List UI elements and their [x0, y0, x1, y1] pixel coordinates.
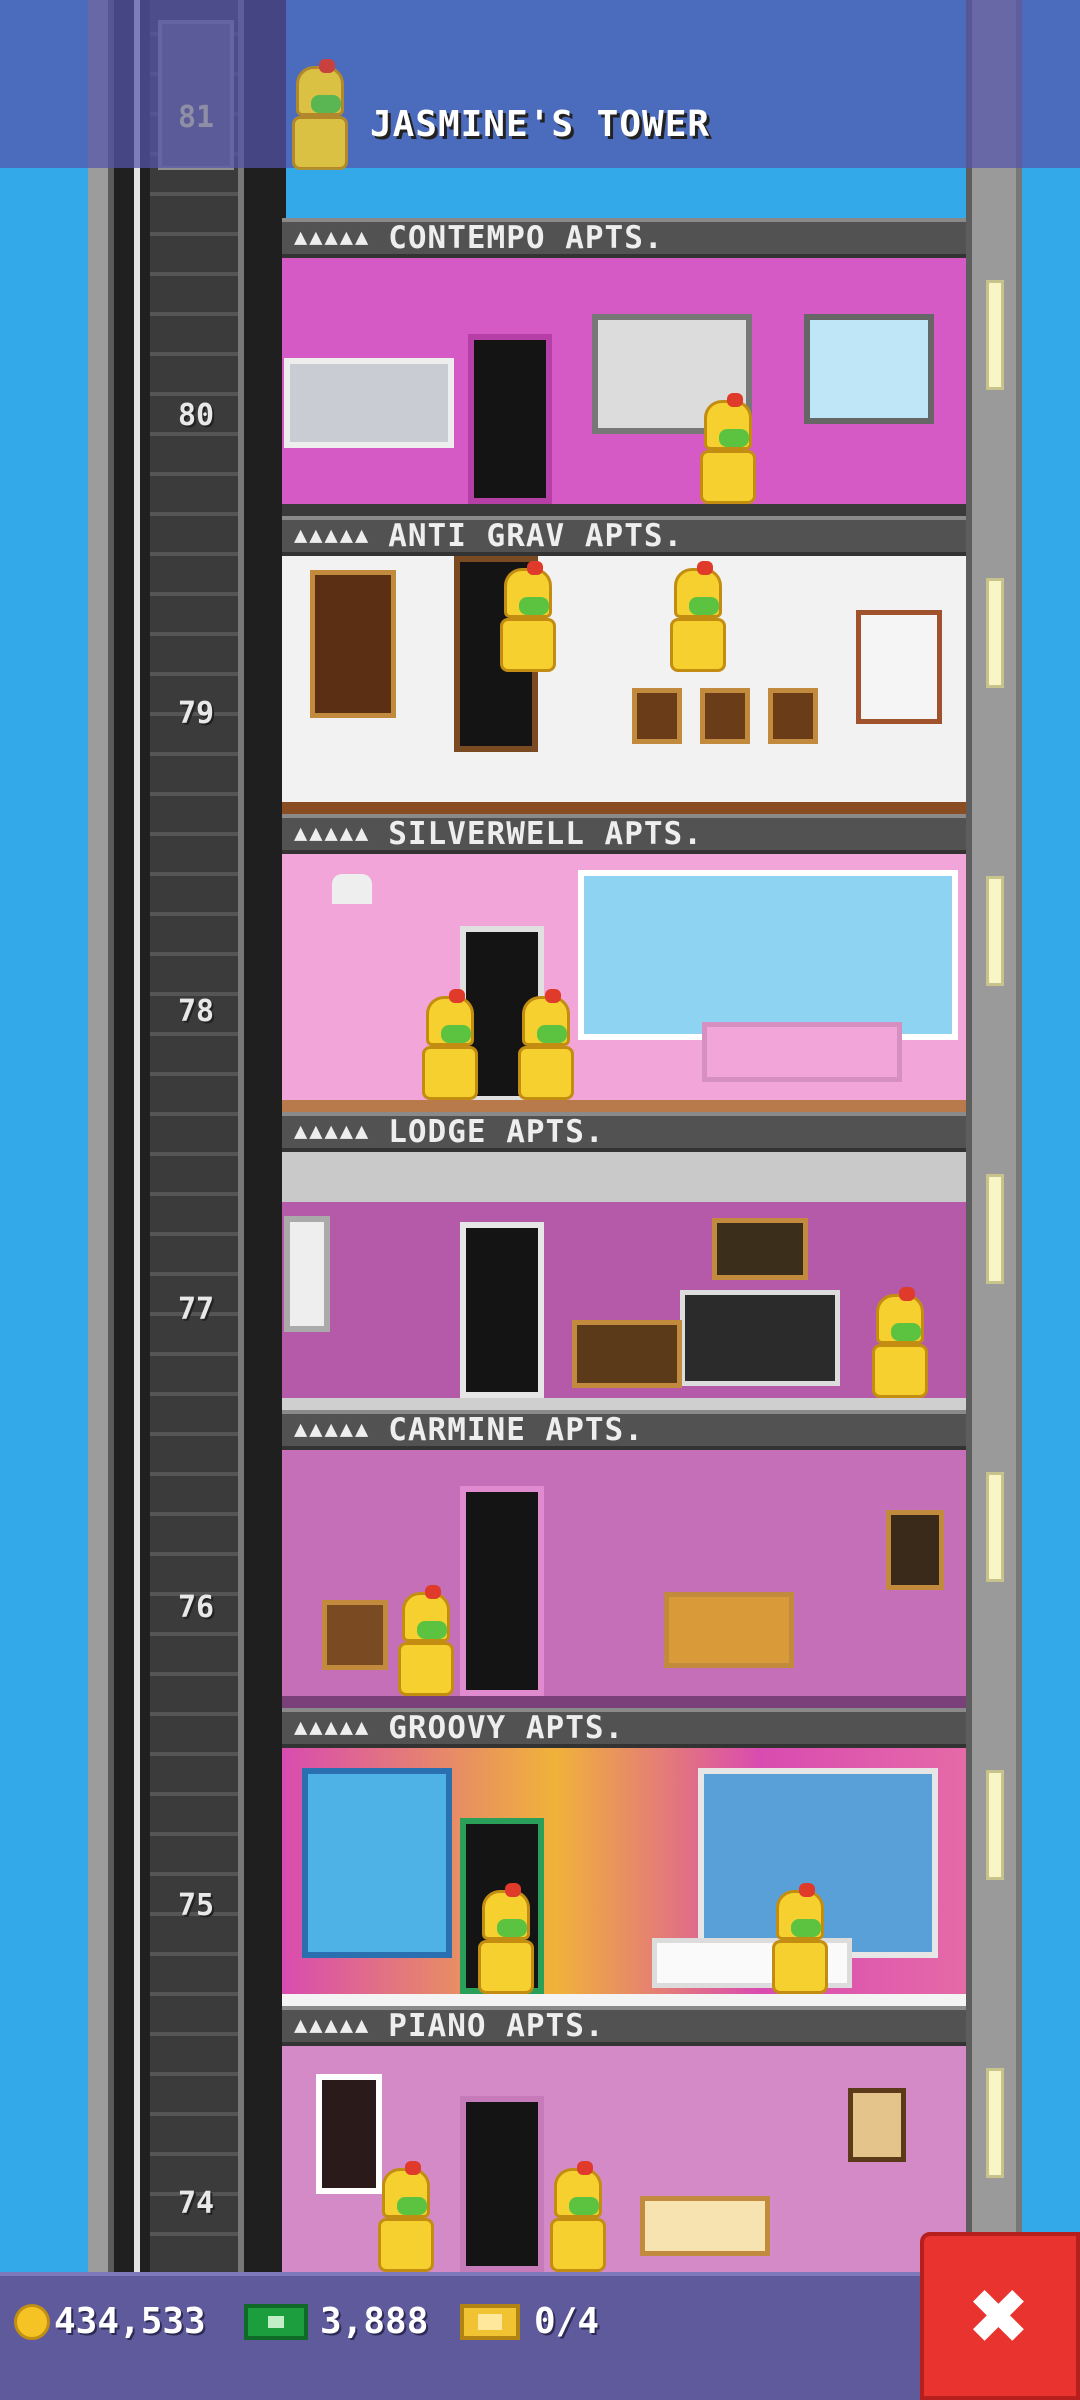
star-rating: ▲▲▲▲▲: [294, 2013, 371, 2038]
tower-light: [986, 280, 1004, 390]
coin-icon: [14, 2304, 50, 2340]
floor-name: PIANO APTS.: [388, 2008, 605, 2044]
bitizen[interactable]: [422, 989, 478, 1100]
floor-name: CONTEMPO APTS.: [388, 220, 664, 256]
floor-80-room[interactable]: [282, 258, 966, 516]
ticket-count: 0/4: [534, 2301, 600, 2342]
floor-name: CARMINE APTS.: [388, 1412, 644, 1448]
elevator-inner-wall: [238, 0, 286, 2272]
star-rating: ▲▲▲▲▲: [294, 1119, 371, 1144]
bux-count: 3,888: [320, 2301, 429, 2342]
floor-number: 80: [177, 398, 215, 433]
bitizen[interactable]: [478, 1883, 534, 1994]
bitizen[interactable]: [518, 989, 574, 1100]
bitizen[interactable]: [378, 2161, 434, 2272]
bux-icon: [244, 2304, 308, 2340]
bitizen[interactable]: [500, 561, 556, 672]
tower-light: [986, 1770, 1004, 1880]
star-rating: ▲▲▲▲▲: [294, 523, 371, 548]
tower-light: [986, 1174, 1004, 1284]
star-rating: ▲▲▲▲▲: [294, 225, 371, 250]
floor-sign: ▲▲▲▲▲ CONTEMPO APTS.: [282, 218, 966, 258]
bitizen[interactable]: [772, 1883, 828, 1994]
bitizen[interactable]: [398, 1585, 454, 1696]
floor-sign: ▲▲▲▲▲ ANTI GRAV APTS.: [282, 516, 966, 556]
floor-number: 77: [177, 1292, 215, 1327]
floor-sign: ▲▲▲▲▲ PIANO APTS.: [282, 2006, 966, 2046]
bitizen[interactable]: [700, 393, 756, 504]
floor-78-room[interactable]: [282, 854, 966, 1112]
floor-sign: ▲▲▲▲▲ CARMINE APTS.: [282, 1410, 966, 1450]
floor-75-room[interactable]: [282, 1748, 966, 2006]
bitizen[interactable]: [670, 561, 726, 672]
floor-74-room[interactable]: [282, 2046, 966, 2272]
floor-number: 79: [177, 696, 215, 731]
floor-sign: ▲▲▲▲▲ SILVERWELL APTS.: [282, 814, 966, 854]
tower-header: 81 JASMINE'S TOWER: [0, 0, 1080, 170]
floor-sign: ▲▲▲▲▲ LODGE APTS.: [282, 1112, 966, 1152]
tower-light: [986, 2068, 1004, 2178]
tower-title: JASMINE'S TOWER: [369, 104, 711, 145]
close-button[interactable]: ✖: [920, 2232, 1080, 2400]
coin-count: 434,533: [54, 2301, 206, 2342]
floor-name: ANTI GRAV APTS.: [388, 518, 684, 554]
star-rating: ▲▲▲▲▲: [294, 821, 371, 846]
floor-79-room[interactable]: [282, 556, 966, 814]
tower-light: [986, 578, 1004, 688]
elevator-cable: [134, 0, 140, 2272]
star-rating: ▲▲▲▲▲: [294, 1715, 371, 1740]
floor-number: 78: [177, 994, 215, 1029]
floor-number: 74: [177, 2186, 215, 2221]
tower-left-frame: [88, 0, 114, 2272]
ticket-icon: [460, 2304, 520, 2340]
star-rating: ▲▲▲▲▲: [294, 1417, 371, 1442]
close-icon: ✖: [969, 2257, 1031, 2374]
floor-name: LODGE APTS.: [388, 1114, 605, 1150]
floor-76-room[interactable]: [282, 1450, 966, 1708]
bitizen[interactable]: [550, 2161, 606, 2272]
floor-name: GROOVY APTS.: [388, 1710, 625, 1746]
floor-name: SILVERWELL APTS.: [388, 816, 703, 852]
tower-light: [986, 1472, 1004, 1582]
bitizen[interactable]: [872, 1287, 928, 1398]
tower-light: [986, 876, 1004, 986]
floor-sign: ▲▲▲▲▲ GROOVY APTS.: [282, 1708, 966, 1748]
floor-77-room[interactable]: [282, 1152, 966, 1410]
floor-number: 75: [177, 1888, 215, 1923]
floor-number: 76: [177, 1590, 215, 1625]
